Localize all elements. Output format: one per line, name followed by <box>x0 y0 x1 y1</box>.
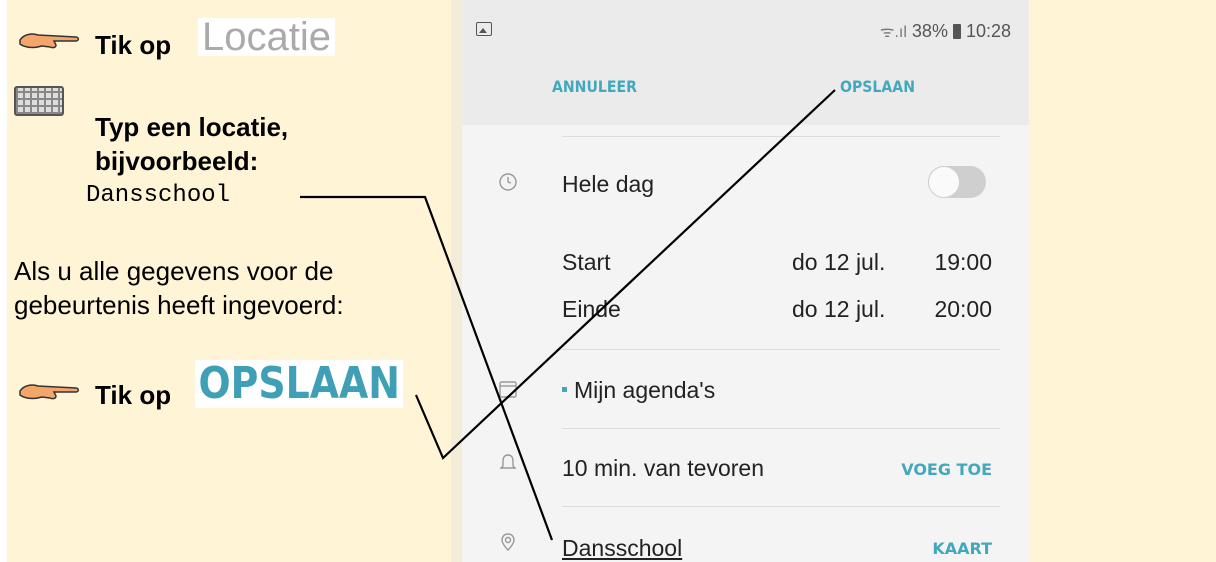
save-callout-line <box>414 89 836 460</box>
callout-lines <box>300 89 836 541</box>
location-callout-line <box>300 195 554 541</box>
